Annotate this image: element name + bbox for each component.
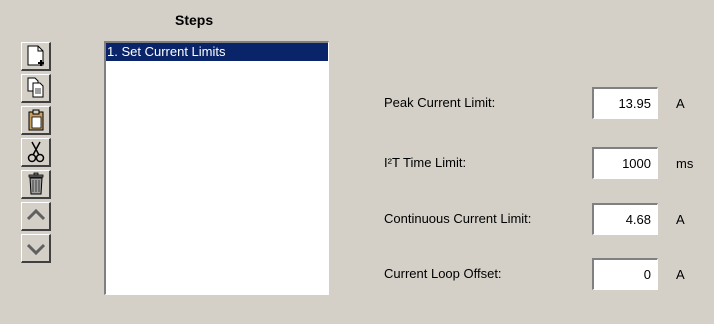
peak-current-limit-row: Peak Current Limit: A (384, 87, 704, 119)
current-loop-offset-unit: A (676, 267, 685, 282)
current-limits-panel: Steps 1. Set Current Limits Peak Current… (0, 0, 714, 324)
continuous-current-limit-label: Continuous Current Limit: (384, 211, 532, 226)
move-down-icon (25, 236, 47, 260)
peak-current-limit-input[interactable] (592, 87, 658, 119)
current-loop-offset-row: Current Loop Offset: A (384, 258, 704, 290)
paste-step-button[interactable] (21, 106, 51, 135)
steps-title: Steps (175, 12, 214, 28)
i2t-time-limit-unit: ms (676, 156, 694, 171)
current-loop-offset-input[interactable] (592, 258, 658, 290)
new-step-icon (25, 44, 47, 68)
continuous-current-limit-input[interactable] (592, 203, 658, 235)
cut-icon (25, 140, 47, 164)
steps-toolbar (21, 42, 55, 266)
new-step-button[interactable] (21, 42, 51, 71)
copy-icon (25, 76, 47, 100)
copy-step-button[interactable] (21, 74, 51, 103)
peak-current-limit-unit: A (676, 96, 685, 111)
move-down-button[interactable] (21, 234, 51, 263)
i2t-time-limit-input[interactable] (592, 147, 658, 179)
paste-icon (25, 108, 47, 132)
delete-step-button[interactable] (21, 170, 51, 199)
move-up-icon (25, 204, 47, 228)
i2t-time-limit-label: I²T Time Limit: (384, 155, 467, 170)
move-up-button[interactable] (21, 202, 51, 231)
i2t-time-limit-row: I²T Time Limit: ms (384, 147, 704, 179)
continuous-current-limit-row: Continuous Current Limit: A (384, 203, 704, 235)
steps-list[interactable]: 1. Set Current Limits (104, 41, 329, 295)
steps-list-item-selected[interactable]: 1. Set Current Limits (106, 43, 328, 61)
cut-step-button[interactable] (21, 138, 51, 167)
delete-icon (25, 172, 47, 196)
current-loop-offset-label: Current Loop Offset: (384, 266, 502, 281)
continuous-current-limit-unit: A (676, 212, 685, 227)
peak-current-limit-label: Peak Current Limit: (384, 95, 496, 110)
